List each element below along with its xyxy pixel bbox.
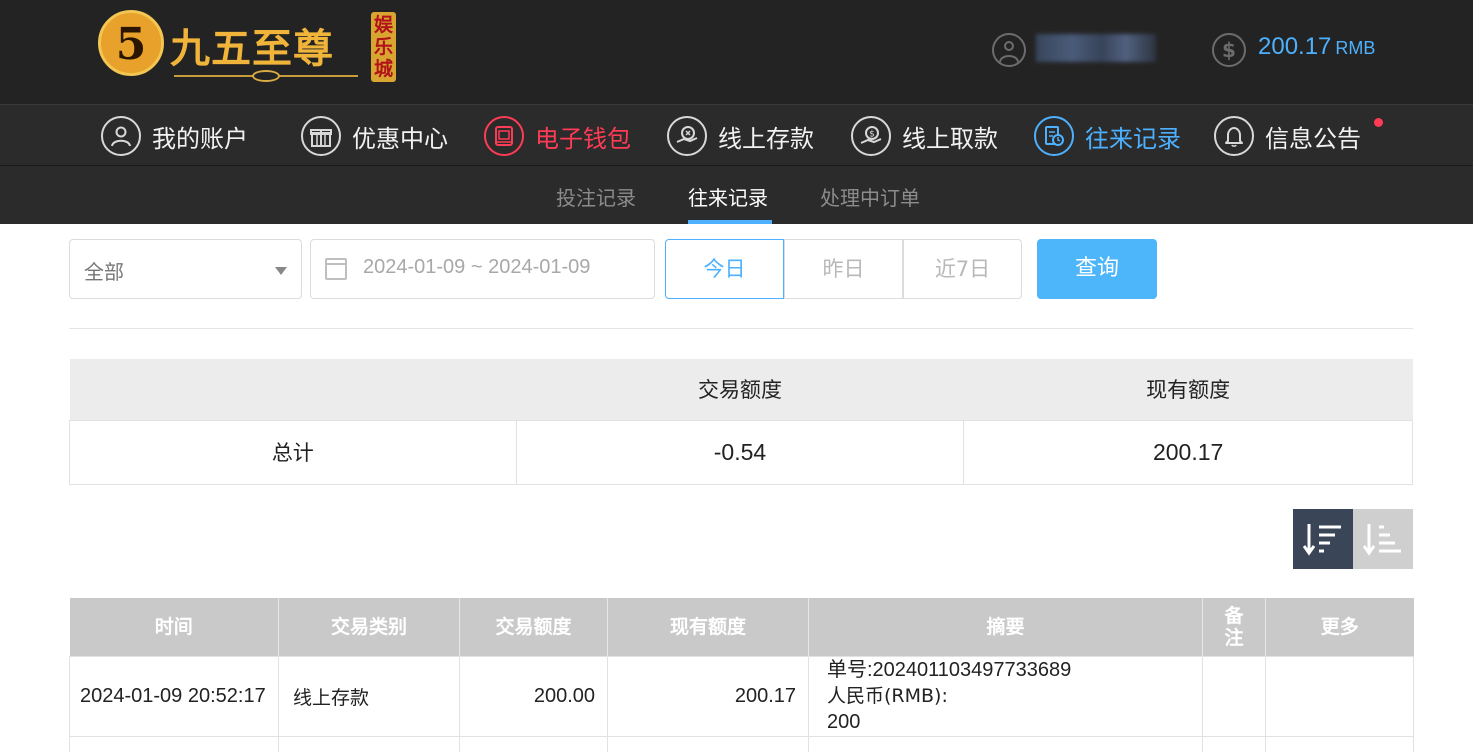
row-more[interactable] [1265,655,1414,737]
summary-transaction-value: -0.54 [515,419,965,485]
sort-desc-icon [1303,524,1341,556]
col-header-summary: 摘要 [808,598,1203,656]
summary-table: 交易额度 现有额度 总计 -0.54 200.17 [69,359,1413,485]
row-remark [1202,655,1266,737]
top-header: 5 九五至尊 娱乐城 $ 200.17 RMB [0,0,1473,104]
table-row[interactable]: 2024-01-09 20:52:17 线上存款 200.00 200.17 单… [69,655,1414,737]
balance-currency: RMB [1335,38,1376,58]
nav-promotions[interactable]: 优惠中心 [301,105,448,167]
bell-icon [1214,116,1254,156]
tab-bet-records[interactable]: 投注记录 [556,182,636,211]
nav-label: 我的账户 [152,124,248,153]
calendar-icon [325,258,347,280]
summary-current-value: 200.17 [963,419,1413,485]
site-logo[interactable]: 5 九五至尊 娱乐城 [98,8,398,88]
summary-header-blank [69,359,517,420]
summary-header-current: 现有额度 [963,359,1413,420]
logo-name: 九五至尊 [170,25,334,72]
notification-dot [1374,118,1383,127]
type-select[interactable]: 全部 [69,239,302,299]
table-row [69,735,1414,752]
nav-online-withdraw[interactable]: $ 线上取款 [851,105,998,167]
col-header-remark-text: 备注 [1224,604,1244,649]
dollar-icon: $ [1212,33,1246,67]
nav-label: 往来记录 [1085,124,1181,153]
nav-e-wallet[interactable]: 电子钱包 [484,105,631,167]
nav-announcements[interactable]: 信息公告 [1214,105,1361,167]
balance-amount: 200.17 [1258,33,1332,60]
query-button[interactable]: 查询 [1037,239,1157,299]
date-range-value: 2024-01-09 ~ 2024-01-09 [363,256,591,278]
nav-label: 优惠中心 [352,124,448,153]
sort-asc-button[interactable] [1353,509,1413,569]
type-select-value: 全部 [84,260,124,284]
user-avatar-icon[interactable] [992,33,1026,67]
col-header-time[interactable]: 时间 [69,598,279,656]
range-today-button[interactable]: 今日 [665,239,784,299]
sub-nav: 投注记录 往来记录 处理中订单 [0,166,1473,224]
sort-asc-icon [1363,524,1401,556]
col-header-amount[interactable]: 交易额度 [459,598,608,656]
row-time: 2024-01-09 20:52:17 [69,655,279,737]
summary-row: 总计 -0.54 200.17 [69,419,1413,485]
wallet-icon [484,116,524,156]
date-range-input[interactable]: 2024-01-09 ~ 2024-01-09 [310,239,655,299]
summary-header-transaction: 交易额度 [516,359,964,420]
nav-label: 线上存款 [718,124,814,153]
summary-total-label: 总计 [69,419,517,485]
logo-tag: 娱乐城 [371,12,396,82]
range-yesterday-button[interactable]: 昨日 [784,239,903,299]
nav-transaction-records[interactable]: 往来记录 [1034,105,1181,167]
records-icon [1034,116,1074,156]
row-summary-currency: 人民币(RMB): [827,685,948,707]
svg-text:$: $ [869,130,875,140]
active-tab-indicator [688,220,772,224]
sort-desc-button[interactable] [1293,509,1353,569]
logo-emblem-text: 5 [115,19,147,70]
row-summary-value: 200 [827,711,861,733]
col-header-remark: 备注 [1202,598,1266,656]
nav-label: 线上取款 [902,124,998,153]
nav-label: 电子钱包 [535,124,631,153]
username-blurred[interactable] [1036,34,1156,62]
row-balance: 200.17 [607,655,809,737]
logo-ornament [174,70,358,82]
logo-tag-text: 娱乐城 [373,14,393,80]
tab-transaction-records[interactable]: 往来记录 [688,182,768,211]
balance-display: 200.17 RMB [1258,33,1375,61]
col-header-type[interactable]: 交易类别 [278,598,460,656]
records-table: 时间 交易类别 交易额度 现有额度 摘要 备注 更多 2024-01-09 20… [69,598,1414,752]
deposit-icon [667,116,707,156]
main-nav: 我的账户 优惠中心 电子钱包 线上存款 $ 线上取款 往来记录 信息公告 [0,104,1473,166]
gift-icon [301,116,341,156]
row-summary: 单号:202401103497733689 人民币(RMB): 200 [808,655,1203,737]
nav-label: 信息公告 [1265,124,1361,153]
col-header-more: 更多 [1265,598,1414,656]
nav-online-deposit[interactable]: 线上存款 [667,105,814,167]
user-icon [101,116,141,156]
col-header-balance[interactable]: 现有额度 [607,598,809,656]
nav-my-account[interactable]: 我的账户 [101,105,248,167]
row-amount: 200.00 [459,655,608,737]
chevron-down-icon [275,267,287,275]
logo-emblem: 5 [98,10,164,76]
row-summary-order: 单号:202401103497733689 [827,659,1072,681]
tab-pending-orders[interactable]: 处理中订单 [820,182,920,211]
row-type: 线上存款 [278,655,460,737]
withdraw-icon: $ [851,116,891,156]
range-7days-button[interactable]: 近7日 [903,239,1022,299]
divider [69,328,1413,329]
